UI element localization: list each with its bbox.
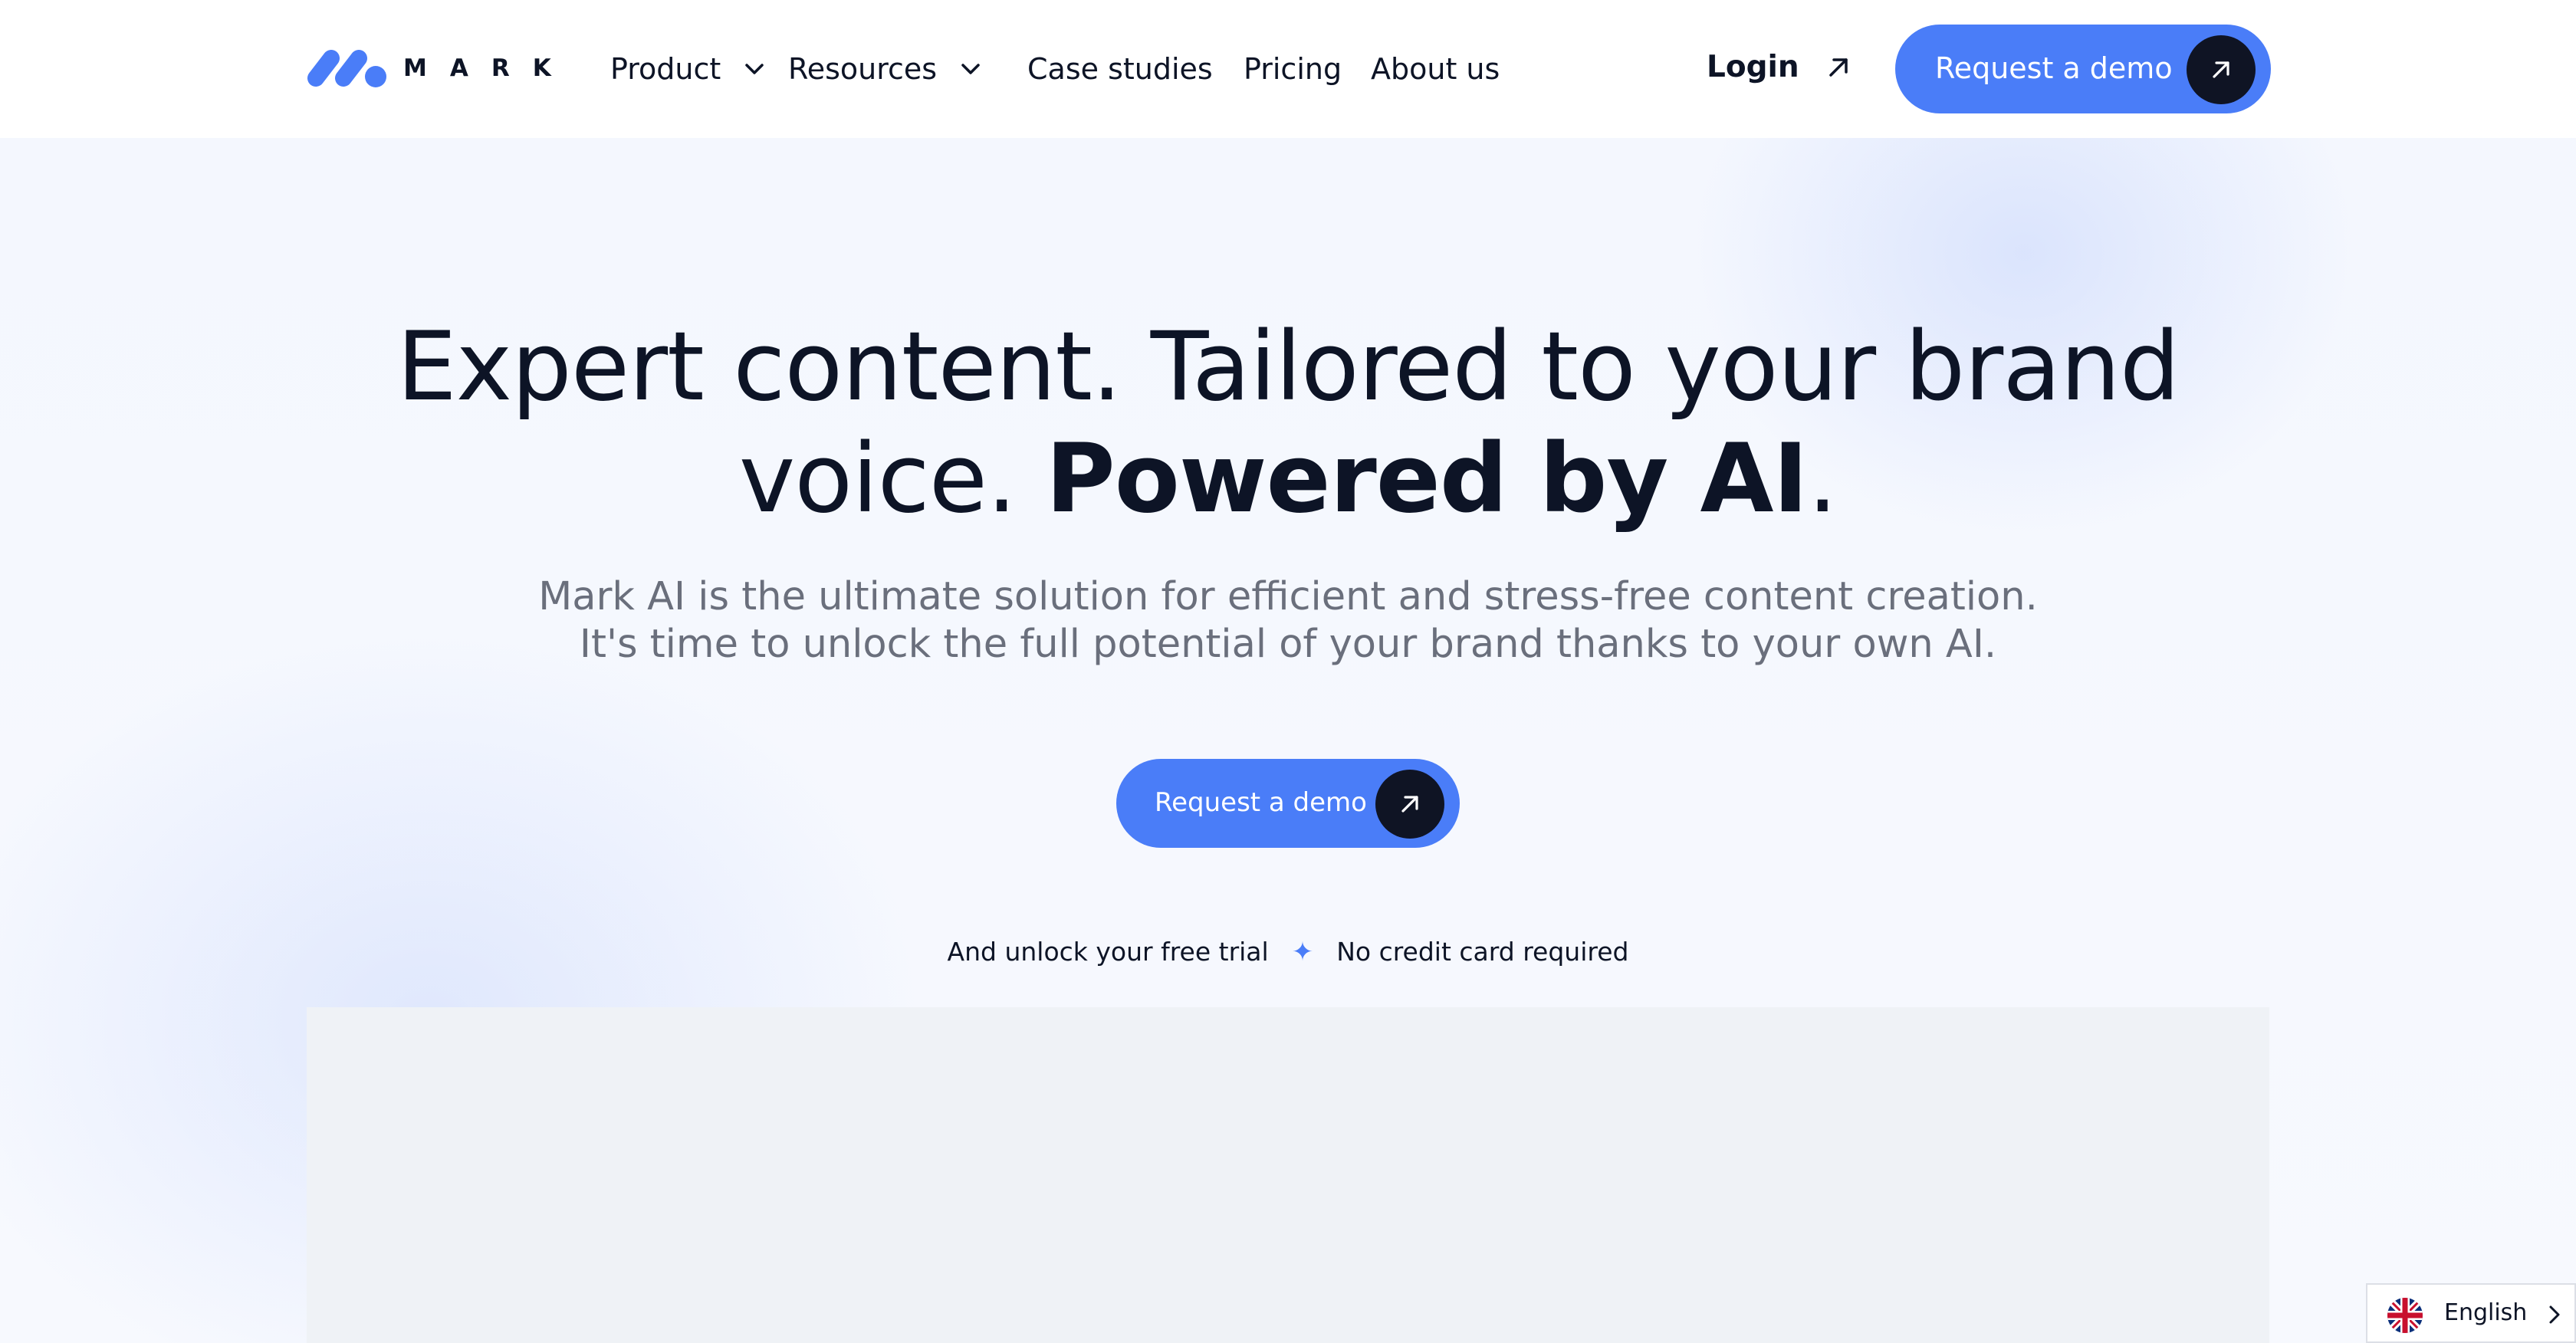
- arrow-up-right-icon[interactable]: [1825, 54, 1852, 81]
- language-label: English: [2444, 1299, 2528, 1326]
- logo-icon: [307, 50, 386, 87]
- product-preview-placeholder: [307, 1007, 2269, 1343]
- hero-subtitle-line-1: Mark AI is the ultimate solution for eff…: [538, 574, 2038, 619]
- logo-wordmark: MARK: [403, 54, 574, 82]
- nav-case-studies-label: Case studies: [1027, 52, 1213, 86]
- nav-about-us[interactable]: About us: [1371, 49, 1500, 89]
- hero-headline: Expert content. Tailored to your brand v…: [368, 311, 2208, 535]
- header-request-demo-label: Request a demo: [1935, 51, 2173, 85]
- uk-flag-icon: [2387, 1298, 2423, 1333]
- hero-headline-period: .: [1807, 424, 1838, 534]
- nav-case-studies[interactable]: Case studies: [1027, 49, 1213, 89]
- arrow-up-right-icon: [2187, 35, 2256, 104]
- logo[interactable]: MARK: [305, 48, 574, 89]
- hero-subtitle: Mark AI is the ultimate solution for eff…: [368, 573, 2208, 668]
- hero-headline-bold: Powered by AI: [1045, 424, 1809, 534]
- nav-pricing[interactable]: Pricing: [1244, 49, 1342, 89]
- arrow-up-right-icon: [1375, 770, 1444, 839]
- site-header: MARK Product Resources Case studies Pric…: [0, 0, 2576, 138]
- chevron-down-icon: [961, 64, 980, 74]
- chevron-down-icon: [745, 64, 764, 74]
- nav-resources-label: Resources: [788, 52, 938, 86]
- nav-product-label: Product: [610, 52, 721, 86]
- hero-notes: And unlock your free trial ✦ No credit c…: [767, 934, 1809, 970]
- hero-subtitle-line-2: It's time to unlock the full potential o…: [579, 622, 1997, 667]
- nav-resources[interactable]: Resources: [788, 49, 981, 89]
- header-request-demo-button[interactable]: Request a demo: [1895, 25, 2271, 113]
- nav-about-us-label: About us: [1371, 52, 1500, 86]
- hero-request-demo-label: Request a demo: [1155, 787, 1367, 818]
- sparkle-icon: ✦: [1291, 937, 1314, 967]
- language-selector[interactable]: English: [2366, 1283, 2576, 1343]
- login-link[interactable]: Login: [1707, 48, 1799, 87]
- nav-product[interactable]: Product: [610, 49, 765, 89]
- free-trial-note: And unlock your free trial: [947, 937, 1269, 967]
- hero-request-demo-button[interactable]: Request a demo: [1116, 759, 1460, 848]
- nav-pricing-label: Pricing: [1244, 52, 1342, 86]
- chevron-right-icon: [2549, 1305, 2560, 1324]
- no-credit-card-note: No credit card required: [1336, 937, 1629, 967]
